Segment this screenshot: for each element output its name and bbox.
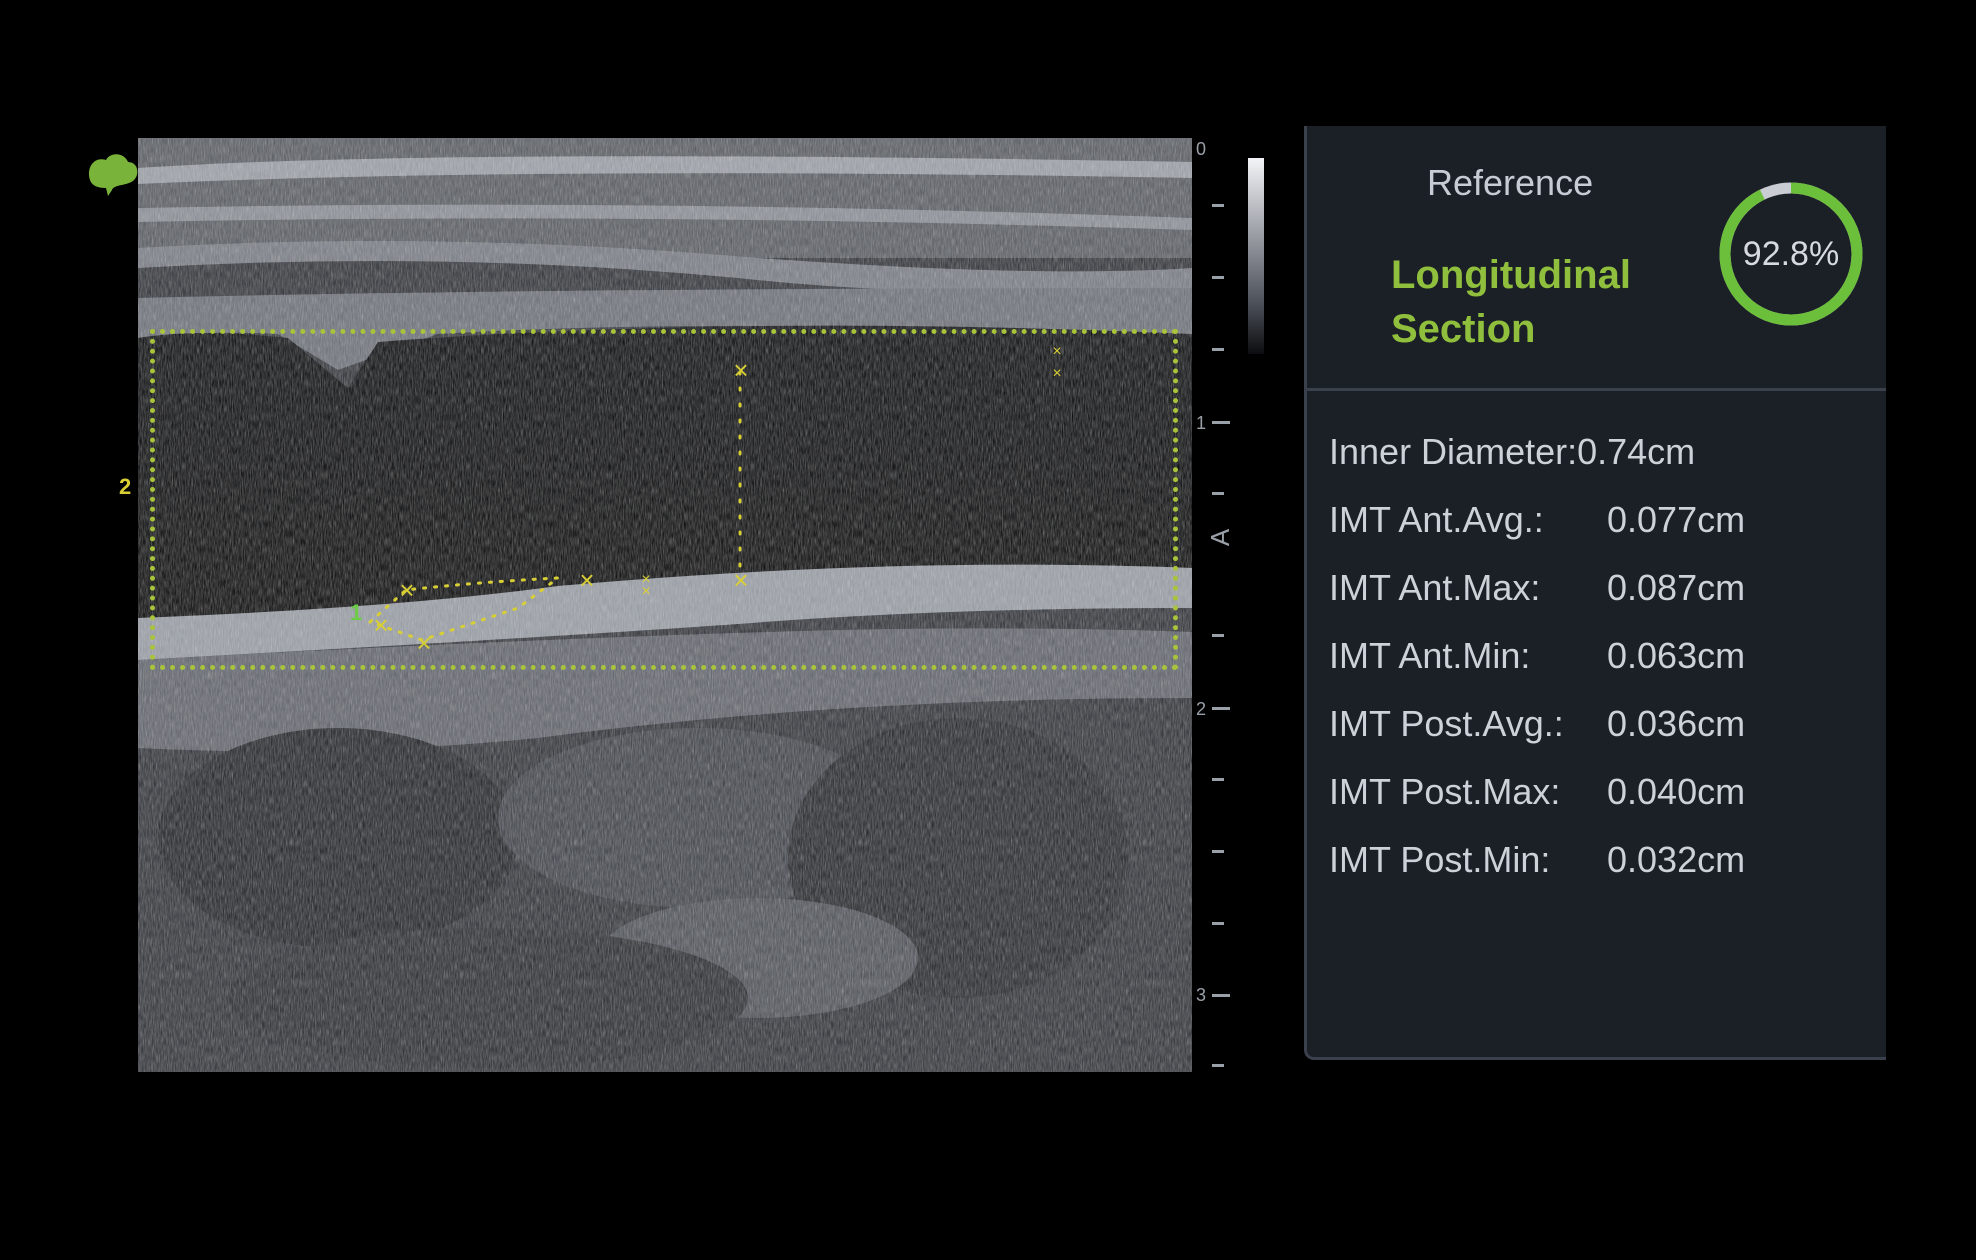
measurement-label: Inner Diameter: (1329, 431, 1578, 472)
probe-orientation-icon (88, 154, 138, 196)
section-name: Longitudinal Section (1391, 248, 1691, 356)
depth-tick (1212, 204, 1224, 207)
section-name-line2: Section (1391, 307, 1536, 351)
plaque-marker[interactable]: × (579, 567, 594, 593)
measurement-row: IMT Post.Avg.: 0.036cm (1329, 690, 1869, 758)
measurement-label: IMT Post.Max: (1329, 771, 1561, 812)
confidence-value: 92.8% (1742, 235, 1840, 273)
depth-tick (1212, 778, 1224, 781)
measurement-value: 0.063cm (1607, 635, 1746, 676)
result-panel: Reference Longitudinal Section 92.8% Inn… (1304, 126, 1886, 1060)
panel-divider (1307, 388, 1886, 391)
measurement-row: IMT Ant.Min: 0.063cm (1329, 622, 1869, 690)
grayscale-bar (1248, 158, 1264, 354)
measurement-value: 0.036cm (1607, 703, 1746, 744)
depth-tick (1212, 276, 1224, 279)
caliper-marker[interactable]: × (641, 584, 650, 600)
measurement-value: 0.040cm (1607, 771, 1746, 812)
depth-label-1: 1 (1196, 413, 1207, 433)
plaque-marker[interactable]: × (399, 577, 414, 603)
measurement-value: 0.74cm (1577, 431, 1696, 472)
measurement-value: 0.077cm (1607, 499, 1746, 540)
depth-scale: 0 1 2 3 (1192, 138, 1232, 1072)
depth-tick (1212, 707, 1230, 710)
measurement-value: 0.087cm (1607, 567, 1746, 608)
plaque-marker[interactable]: × (416, 630, 431, 656)
caliper-marker[interactable]: × (733, 357, 748, 383)
depth-tick (1212, 634, 1224, 637)
depth-tick (1212, 922, 1224, 925)
depth-label-2: 2 (1196, 699, 1207, 719)
measurement-row: IMT Post.Min: 0.032cm (1329, 826, 1869, 894)
caliper-marker[interactable]: × (1052, 366, 1061, 382)
measurement-label: IMT Post.Avg.: (1329, 703, 1564, 744)
measurement-value: 0.032cm (1607, 839, 1746, 880)
depth-label-3: 3 (1196, 985, 1207, 1005)
measurement-row: IMT Ant.Avg.: 0.077cm (1329, 486, 1869, 554)
measurement-row: IMT Ant.Max: 0.087cm (1329, 554, 1869, 622)
plaque-marker[interactable]: × (373, 612, 388, 638)
depth-tick (1212, 1064, 1224, 1067)
depth-label-0: 0 (1196, 139, 1207, 159)
focus-marker: A (1205, 528, 1236, 547)
measurement-label: IMT Ant.Min: (1329, 635, 1531, 676)
reference-label: Reference (1427, 162, 1594, 203)
depth-tick (1212, 421, 1230, 424)
measurement-row: Inner Diameter:0.74cm (1329, 418, 1869, 486)
roi-box[interactable] (150, 329, 1178, 670)
depth-tick (1212, 348, 1224, 351)
roi-label-2: 2 (119, 474, 132, 499)
depth-tick (1212, 492, 1224, 495)
section-name-line1: Longitudinal (1391, 253, 1631, 297)
depth-tick (1212, 850, 1224, 853)
caliper-marker[interactable]: × (1052, 344, 1061, 360)
measurement-row: IMT Post.Max: 0.040cm (1329, 758, 1869, 826)
depth-tick (1212, 994, 1230, 997)
roi-label-1: 1 (350, 600, 363, 625)
measurement-list: Inner Diameter:0.74cm IMT Ant.Avg.: 0.077c… (1329, 418, 1869, 894)
measurement-label: IMT Post.Min: (1329, 839, 1551, 880)
measurement-label: IMT Ant.Avg.: (1329, 499, 1544, 540)
measurement-label: IMT Ant.Max: (1329, 567, 1541, 608)
caliper-marker[interactable]: × (733, 567, 748, 593)
confidence-ring: 92.8% (1715, 178, 1867, 330)
